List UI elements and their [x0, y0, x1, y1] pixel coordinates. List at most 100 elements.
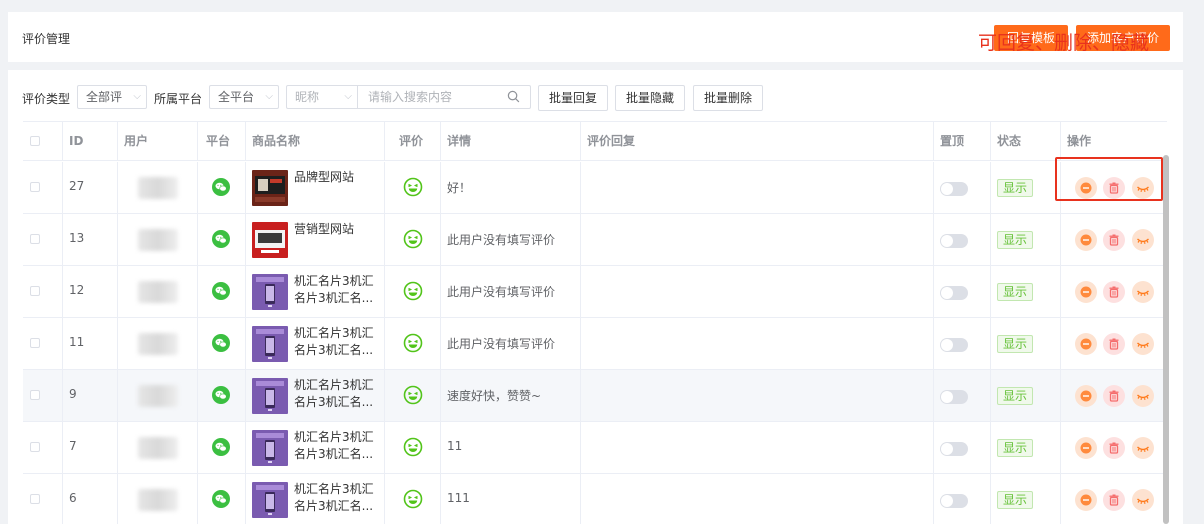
detail-cell: 好！ — [441, 162, 581, 213]
detail-cell: 11 — [441, 422, 581, 473]
actions-cell — [1061, 266, 1167, 317]
comment-icon[interactable] — [1075, 385, 1097, 407]
row-select-cell — [23, 422, 63, 473]
comment-icon[interactable] — [1075, 229, 1097, 251]
status-badge: 显示 — [997, 179, 1034, 197]
rating-cell — [385, 214, 441, 265]
row-checkbox[interactable] — [30, 286, 40, 296]
product-name: 机汇名片3机汇名片3机汇名... — [294, 378, 374, 409]
pin-toggle[interactable] — [940, 338, 968, 352]
vertical-scrollbar[interactable] — [1163, 155, 1169, 524]
product-cell: 营销型网站 — [246, 214, 385, 265]
header-select-all — [23, 122, 63, 160]
page-title: 评价管理 — [22, 32, 71, 46]
row-id: 27 — [69, 179, 85, 193]
trash-icon[interactable] — [1103, 229, 1125, 251]
platform-select[interactable]: 全平台 ⌵ — [209, 85, 279, 109]
row-select-cell — [23, 474, 63, 524]
review-type-select[interactable]: 全部评 ⌵ — [77, 85, 147, 109]
platform-cell — [198, 318, 246, 369]
comment-icon[interactable] — [1075, 281, 1097, 303]
trash-icon[interactable] — [1103, 489, 1125, 511]
search-input[interactable]: 请输入搜索内容 — [357, 85, 531, 109]
header-rating: 评价 — [385, 122, 441, 160]
user-cell — [118, 474, 198, 524]
product-cell: 机汇名片3机汇名片3机汇名... — [246, 474, 385, 524]
comment-icon[interactable] — [1075, 489, 1097, 511]
reply-cell — [581, 266, 934, 317]
review-detail: 此用户没有填写评价 — [447, 233, 556, 247]
trash-icon[interactable] — [1103, 333, 1125, 355]
filter-bar: 评价类型 全部评 ⌵ 所属平台 全平台 ⌵ 昵称 ⌵ 请输入搜索内容 批量回复 … — [22, 85, 1022, 111]
eye-closed-icon[interactable] — [1132, 281, 1154, 303]
row-id: 7 — [69, 439, 77, 453]
smile-icon — [403, 229, 423, 249]
eye-closed-icon[interactable] — [1132, 229, 1154, 251]
batch-reply-button[interactable]: 批量回复 — [538, 85, 608, 111]
pin-toggle[interactable] — [940, 442, 968, 456]
row-checkbox[interactable] — [30, 494, 40, 504]
chevron-down-icon: ⌵ — [133, 91, 141, 102]
row-id: 12 — [69, 283, 85, 297]
status-badge: 显示 — [997, 283, 1034, 301]
comment-icon[interactable] — [1075, 437, 1097, 459]
review-detail: 此用户没有填写评价 — [447, 285, 556, 299]
pin-toggle[interactable] — [940, 234, 968, 248]
row-id: 11 — [69, 335, 85, 349]
product-thumbnail — [252, 430, 288, 466]
header-detail: 详情 — [441, 122, 581, 160]
product-thumbnail — [252, 274, 288, 310]
id-cell: 9 — [63, 370, 118, 421]
batch-delete-button[interactable]: 批量删除 — [693, 85, 763, 111]
user-cell — [118, 370, 198, 421]
user-avatar — [138, 385, 178, 407]
smile-icon — [403, 385, 423, 405]
search-placeholder: 请输入搜索内容 — [368, 90, 453, 104]
trash-icon[interactable] — [1103, 385, 1125, 407]
status-cell: 显示 — [991, 318, 1061, 369]
select-all-checkbox[interactable] — [30, 136, 40, 146]
pin-toggle[interactable] — [940, 390, 968, 404]
pin-toggle[interactable] — [940, 286, 968, 300]
id-cell: 13 — [63, 214, 118, 265]
wechat-icon — [212, 178, 230, 196]
platform-label: 所属平台 — [154, 92, 203, 106]
trash-icon[interactable] — [1103, 281, 1125, 303]
detail-cell: 速度好快，赞赞~ — [441, 370, 581, 421]
batch-hide-button[interactable]: 批量隐藏 — [615, 85, 685, 111]
row-checkbox[interactable] — [30, 442, 40, 452]
wechat-icon — [212, 386, 230, 404]
user-avatar — [138, 177, 178, 199]
product-cell: 机汇名片3机汇名片3机汇名... — [246, 266, 385, 317]
row-checkbox[interactable] — [30, 390, 40, 400]
status-badge: 显示 — [997, 387, 1034, 405]
comment-icon[interactable] — [1075, 333, 1097, 355]
eye-closed-icon[interactable] — [1132, 333, 1154, 355]
product-name: 机汇名片3机汇名片3机汇名... — [294, 430, 374, 461]
row-checkbox[interactable] — [30, 338, 40, 348]
header-user: 用户 — [118, 122, 198, 160]
pin-cell — [934, 474, 991, 524]
rating-cell — [385, 266, 441, 317]
search-icon[interactable] — [507, 90, 520, 103]
row-checkbox[interactable] — [30, 234, 40, 244]
detail-cell: 111 — [441, 474, 581, 524]
user-avatar — [138, 489, 178, 511]
user-avatar — [138, 333, 178, 355]
eye-closed-icon[interactable] — [1132, 489, 1154, 511]
chevron-down-icon: ⌵ — [344, 91, 352, 102]
user-cell — [118, 318, 198, 369]
eye-closed-icon[interactable] — [1132, 385, 1154, 407]
pin-toggle[interactable] — [940, 494, 968, 508]
smile-icon — [403, 281, 423, 301]
product-name: 营销型网站 — [294, 222, 355, 236]
product-thumbnail — [252, 378, 288, 414]
eye-closed-icon[interactable] — [1132, 437, 1154, 459]
id-cell: 7 — [63, 422, 118, 473]
pin-toggle[interactable] — [940, 182, 968, 196]
trash-icon[interactable] — [1103, 437, 1125, 459]
row-checkbox[interactable] — [30, 182, 40, 192]
search-field-select[interactable]: 昵称 ⌵ — [286, 85, 358, 109]
status-cell: 显示 — [991, 370, 1061, 421]
product-thumbnail — [252, 222, 288, 258]
